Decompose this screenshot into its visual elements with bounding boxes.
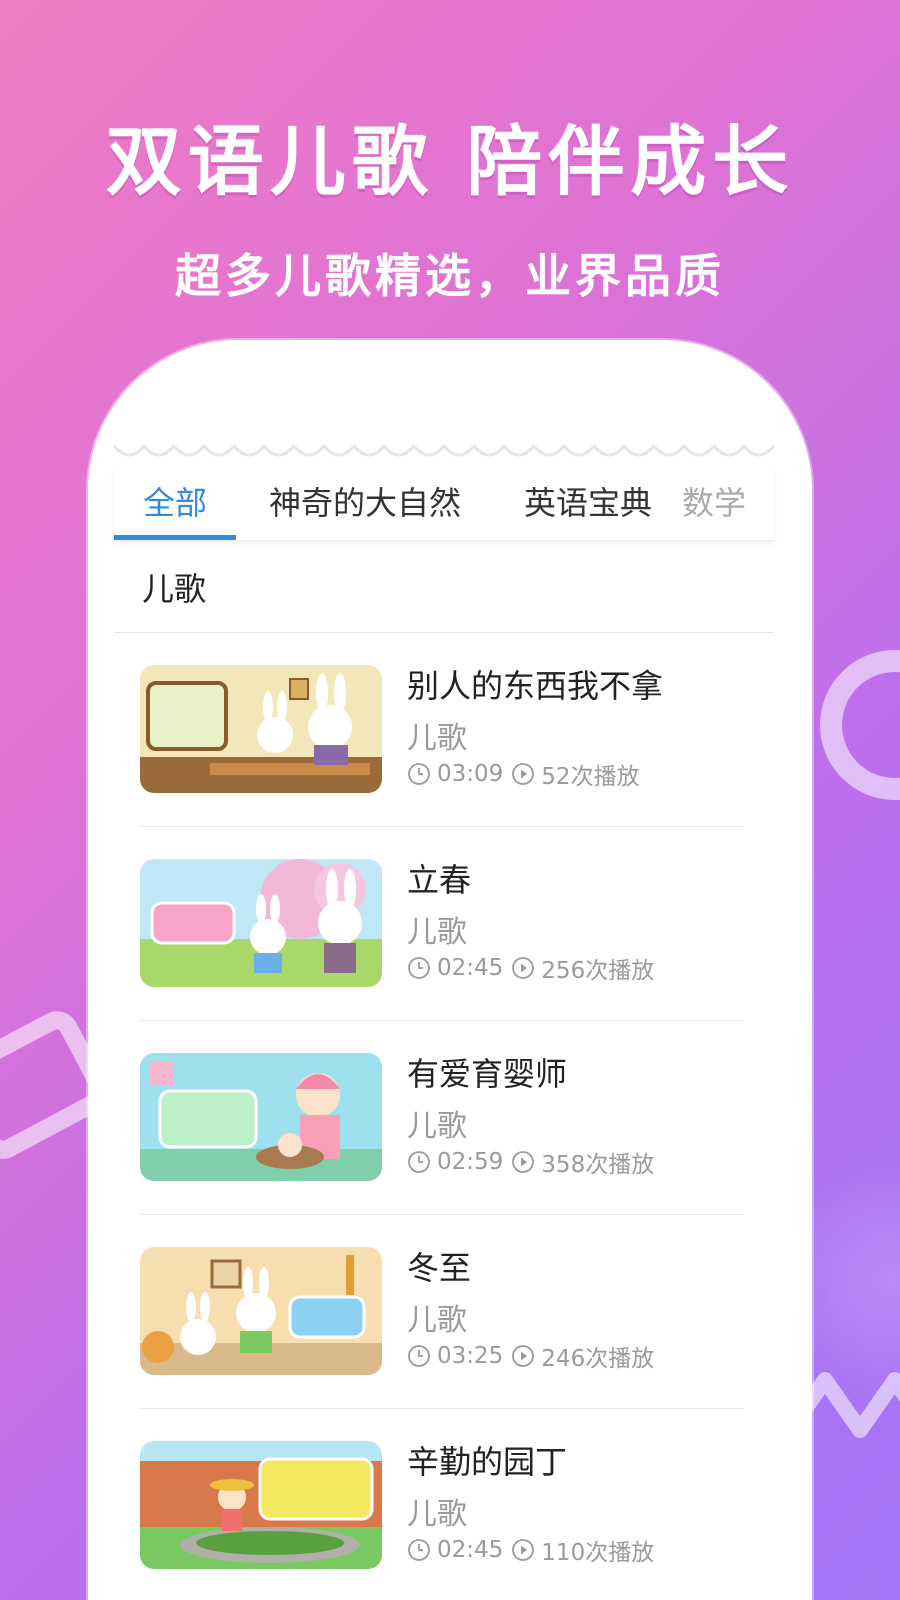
song-category: 儿歌 bbox=[407, 1497, 467, 1532]
hero-headline: 双语儿歌 陪伴成长 bbox=[105, 117, 795, 206]
song-thumbnail[interactable] bbox=[140, 1441, 382, 1569]
song-meta: 02:59 358次播放 bbox=[407, 1145, 654, 1179]
song-meta: 03:09 52次播放 bbox=[407, 757, 640, 791]
song-duration: 02:45 bbox=[437, 1537, 504, 1563]
play-circle-icon bbox=[511, 762, 535, 786]
hero-subline: 超多儿歌精选，业界品质 bbox=[175, 249, 725, 303]
song-category: 儿歌 bbox=[407, 915, 467, 950]
song-title[interactable]: 别人的东西我不拿 bbox=[407, 661, 663, 707]
clock-icon bbox=[407, 1150, 431, 1174]
song-category: 儿歌 bbox=[407, 721, 467, 756]
song-item[interactable]: 有爱育婴师 儿歌 02:59 358次播放 bbox=[88, 1021, 812, 1215]
song-meta: 03:25 246次播放 bbox=[407, 1339, 654, 1373]
clock-icon bbox=[407, 956, 431, 980]
tab-math[interactable]: 数学 bbox=[682, 470, 774, 540]
clock-icon bbox=[407, 1344, 431, 1368]
song-duration: 02:59 bbox=[437, 1149, 504, 1175]
song-thumbnail[interactable] bbox=[140, 665, 382, 793]
section-title: 儿歌 bbox=[142, 570, 207, 608]
song-thumbnail[interactable] bbox=[140, 1247, 382, 1375]
tab-nature[interactable]: 神奇的大自然 bbox=[236, 470, 494, 540]
song-list: 别人的东西我不拿 儿歌 03:09 52次播放 立春 儿歌 02:45 256次… bbox=[88, 633, 812, 1600]
song-title[interactable]: 冬至 bbox=[407, 1243, 471, 1289]
clock-icon bbox=[407, 762, 431, 786]
decor-ring bbox=[820, 650, 900, 800]
song-thumbnail[interactable] bbox=[140, 1053, 382, 1181]
song-title[interactable]: 辛勤的园丁 bbox=[407, 1437, 567, 1483]
song-plays: 52次播放 bbox=[541, 764, 640, 790]
song-plays: 246次播放 bbox=[541, 1346, 655, 1372]
song-duration: 03:09 bbox=[437, 761, 504, 787]
category-tabs: 全部 神奇的大自然 英语宝典 数学 bbox=[114, 470, 774, 541]
song-category: 儿歌 bbox=[407, 1109, 467, 1144]
song-item[interactable]: 别人的东西我不拿 儿歌 03:09 52次播放 bbox=[88, 633, 812, 827]
song-item[interactable]: 辛勤的园丁 儿歌 02:45 110次播放 bbox=[88, 1409, 812, 1600]
clock-icon bbox=[407, 1538, 431, 1562]
wave-divider bbox=[114, 443, 774, 457]
song-item[interactable]: 冬至 儿歌 03:25 246次播放 bbox=[88, 1215, 812, 1409]
play-circle-icon bbox=[511, 956, 535, 980]
song-duration: 02:45 bbox=[437, 955, 504, 981]
play-circle-icon bbox=[511, 1150, 535, 1174]
tab-all[interactable]: 全部 bbox=[114, 470, 236, 540]
phone-mockup: 全部 神奇的大自然 英语宝典 数学 儿歌 别人的东西我不拿 儿歌 03:09 5… bbox=[88, 340, 812, 1600]
song-category: 儿歌 bbox=[407, 1303, 467, 1338]
tab-english[interactable]: 英语宝典 bbox=[494, 470, 682, 540]
song-plays: 110次播放 bbox=[541, 1540, 655, 1566]
play-circle-icon bbox=[511, 1538, 535, 1562]
song-title[interactable]: 立春 bbox=[407, 855, 471, 901]
play-circle-icon bbox=[511, 1344, 535, 1368]
song-plays: 358次播放 bbox=[541, 1152, 655, 1178]
song-title[interactable]: 有爱育婴师 bbox=[407, 1049, 567, 1095]
song-meta: 02:45 110次播放 bbox=[407, 1533, 654, 1567]
screen: 双语儿歌 陪伴成长 超多儿歌精选，业界品质 全部 神奇的大自然 英语宝典 数学 … bbox=[0, 0, 900, 1600]
song-plays: 256次播放 bbox=[541, 958, 655, 984]
song-duration: 03:25 bbox=[437, 1343, 504, 1369]
song-thumbnail[interactable] bbox=[140, 859, 382, 987]
song-meta: 02:45 256次播放 bbox=[407, 951, 654, 985]
song-item[interactable]: 立春 儿歌 02:45 256次播放 bbox=[88, 827, 812, 1021]
